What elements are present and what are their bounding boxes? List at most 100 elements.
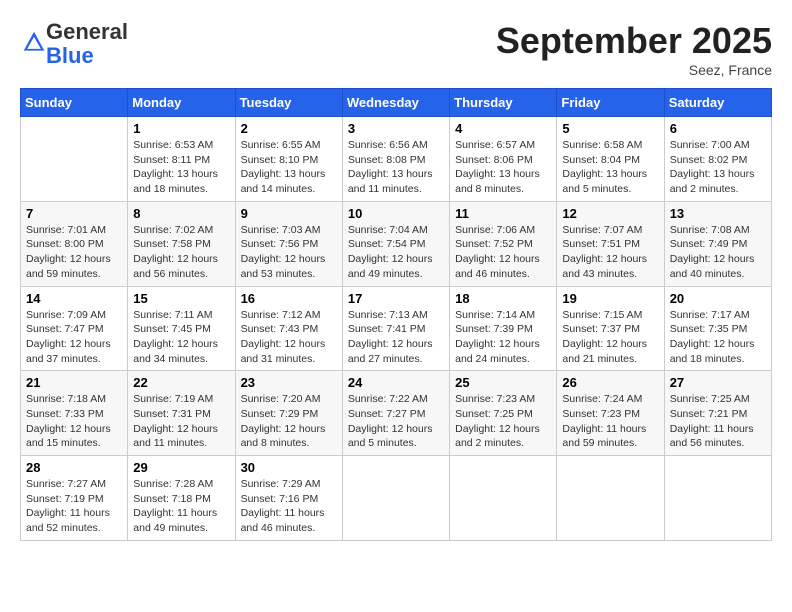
day-number: 11 xyxy=(455,206,551,221)
cell-info: Sunrise: 6:56 AMSunset: 8:08 PMDaylight:… xyxy=(348,138,444,197)
calendar-cell: 15 Sunrise: 7:11 AMSunset: 7:45 PMDayligh… xyxy=(128,286,235,371)
cell-info: Sunrise: 7:02 AMSunset: 7:58 PMDaylight:… xyxy=(133,223,229,282)
calendar-table: SundayMondayTuesdayWednesdayThursdayFrid… xyxy=(20,88,772,541)
header-day-tuesday: Tuesday xyxy=(235,89,342,117)
calendar-cell: 7 Sunrise: 7:01 AMSunset: 8:00 PMDaylight… xyxy=(21,201,128,286)
logo: General Blue xyxy=(20,20,128,68)
calendar-cell: 3 Sunrise: 6:56 AMSunset: 8:08 PMDaylight… xyxy=(342,117,449,202)
day-number: 15 xyxy=(133,291,229,306)
cell-info: Sunrise: 7:11 AMSunset: 7:45 PMDaylight:… xyxy=(133,308,229,367)
day-number: 17 xyxy=(348,291,444,306)
cell-info: Sunrise: 7:25 AMSunset: 7:21 PMDaylight:… xyxy=(670,392,766,451)
calendar-cell: 24Sunrise: 7:22 AMSunset: 7:27 PMDayligh… xyxy=(342,371,449,456)
header-day-friday: Friday xyxy=(557,89,664,117)
cell-info: Sunrise: 7:17 AMSunset: 7:35 PMDaylight:… xyxy=(670,308,766,367)
cell-info: Sunrise: 7:03 AMSunset: 7:56 PMDaylight:… xyxy=(241,223,337,282)
day-number: 19 xyxy=(562,291,658,306)
cell-info: Sunrise: 7:27 AMSunset: 7:19 PMDaylight:… xyxy=(26,477,122,536)
header-day-saturday: Saturday xyxy=(664,89,771,117)
day-number: 28 xyxy=(26,460,122,475)
cell-info: Sunrise: 6:58 AMSunset: 8:04 PMDaylight:… xyxy=(562,138,658,197)
cell-info: Sunrise: 7:24 AMSunset: 7:23 PMDaylight:… xyxy=(562,392,658,451)
cell-info: Sunrise: 7:29 AMSunset: 7:16 PMDaylight:… xyxy=(241,477,337,536)
day-number: 5 xyxy=(562,121,658,136)
calendar-cell: 30 Sunrise: 7:29 AMSunset: 7:16 PMDayligh… xyxy=(235,456,342,541)
cell-info: Sunrise: 6:57 AMSunset: 8:06 PMDaylight:… xyxy=(455,138,551,197)
page-header: General Blue September 2025 Seez, France xyxy=(20,20,772,78)
cell-info: Sunrise: 7:28 AMSunset: 7:18 PMDaylight:… xyxy=(133,477,229,536)
cell-info: Sunrise: 7:09 AMSunset: 7:47 PMDaylight:… xyxy=(26,308,122,367)
calendar-cell: 23 Sunrise: 7:20 AMSunset: 7:29 PMDayligh… xyxy=(235,371,342,456)
week-row-4: 21Sunrise: 7:18 AMSunset: 7:33 PMDayligh… xyxy=(21,371,772,456)
calendar-cell xyxy=(21,117,128,202)
calendar-cell: 8 Sunrise: 7:02 AMSunset: 7:58 PMDaylight… xyxy=(128,201,235,286)
day-number: 8 xyxy=(133,206,229,221)
cell-info: Sunrise: 7:08 AMSunset: 7:49 PMDaylight:… xyxy=(670,223,766,282)
logo-blue: Blue xyxy=(46,43,94,68)
cell-info: Sunrise: 7:22 AMSunset: 7:27 PMDaylight:… xyxy=(348,392,444,451)
week-row-1: 1Sunrise: 6:53 AMSunset: 8:11 PMDaylight… xyxy=(21,117,772,202)
day-number: 26 xyxy=(562,375,658,390)
calendar-cell: 9 Sunrise: 7:03 AMSunset: 7:56 PMDaylight… xyxy=(235,201,342,286)
calendar-cell: 21Sunrise: 7:18 AMSunset: 7:33 PMDayligh… xyxy=(21,371,128,456)
cell-info: Sunrise: 7:07 AMSunset: 7:51 PMDaylight:… xyxy=(562,223,658,282)
calendar-cell: 18 Sunrise: 7:14 AMSunset: 7:39 PMDayligh… xyxy=(450,286,557,371)
day-number: 9 xyxy=(241,206,337,221)
cell-info: Sunrise: 6:55 AMSunset: 8:10 PMDaylight:… xyxy=(241,138,337,197)
day-number: 2 xyxy=(241,121,337,136)
cell-info: Sunrise: 7:23 AMSunset: 7:25 PMDaylight:… xyxy=(455,392,551,451)
day-number: 18 xyxy=(455,291,551,306)
calendar-cell: 11Sunrise: 7:06 AMSunset: 7:52 PMDayligh… xyxy=(450,201,557,286)
calendar-cell: 28 Sunrise: 7:27 AMSunset: 7:19 PMDayligh… xyxy=(21,456,128,541)
calendar-cell: 4Sunrise: 6:57 AMSunset: 8:06 PMDaylight… xyxy=(450,117,557,202)
calendar-cell xyxy=(557,456,664,541)
day-number: 30 xyxy=(241,460,337,475)
header-day-sunday: Sunday xyxy=(21,89,128,117)
calendar-cell: 26 Sunrise: 7:24 AMSunset: 7:23 PMDayligh… xyxy=(557,371,664,456)
calendar-cell: 2 Sunrise: 6:55 AMSunset: 8:10 PMDaylight… xyxy=(235,117,342,202)
cell-info: Sunrise: 7:12 AMSunset: 7:43 PMDaylight:… xyxy=(241,308,337,367)
title-block: September 2025 Seez, France xyxy=(496,20,772,78)
day-number: 16 xyxy=(241,291,337,306)
cell-info: Sunrise: 7:01 AMSunset: 8:00 PMDaylight:… xyxy=(26,223,122,282)
calendar-cell: 22Sunrise: 7:19 AMSunset: 7:31 PMDayligh… xyxy=(128,371,235,456)
day-number: 6 xyxy=(670,121,766,136)
calendar-header-row: SundayMondayTuesdayWednesdayThursdayFrid… xyxy=(21,89,772,117)
calendar-cell: 29 Sunrise: 7:28 AMSunset: 7:18 PMDayligh… xyxy=(128,456,235,541)
cell-info: Sunrise: 7:19 AMSunset: 7:31 PMDaylight:… xyxy=(133,392,229,451)
month-title: September 2025 xyxy=(496,20,772,62)
week-row-5: 28 Sunrise: 7:27 AMSunset: 7:19 PMDayligh… xyxy=(21,456,772,541)
header-day-monday: Monday xyxy=(128,89,235,117)
day-number: 20 xyxy=(670,291,766,306)
day-number: 25 xyxy=(455,375,551,390)
cell-info: Sunrise: 7:13 AMSunset: 7:41 PMDaylight:… xyxy=(348,308,444,367)
calendar-cell: 5 Sunrise: 6:58 AMSunset: 8:04 PMDaylight… xyxy=(557,117,664,202)
day-number: 12 xyxy=(562,206,658,221)
day-number: 21 xyxy=(26,375,122,390)
calendar-cell: 10Sunrise: 7:04 AMSunset: 7:54 PMDayligh… xyxy=(342,201,449,286)
header-day-thursday: Thursday xyxy=(450,89,557,117)
day-number: 13 xyxy=(670,206,766,221)
day-number: 29 xyxy=(133,460,229,475)
cell-info: Sunrise: 7:15 AMSunset: 7:37 PMDaylight:… xyxy=(562,308,658,367)
calendar-cell: 6Sunrise: 7:00 AMSunset: 8:02 PMDaylight… xyxy=(664,117,771,202)
logo-icon xyxy=(22,30,46,54)
calendar-cell: 25 Sunrise: 7:23 AMSunset: 7:25 PMDayligh… xyxy=(450,371,557,456)
day-number: 14 xyxy=(26,291,122,306)
calendar-cell: 16 Sunrise: 7:12 AMSunset: 7:43 PMDayligh… xyxy=(235,286,342,371)
day-number: 3 xyxy=(348,121,444,136)
cell-info: Sunrise: 7:14 AMSunset: 7:39 PMDaylight:… xyxy=(455,308,551,367)
day-number: 7 xyxy=(26,206,122,221)
calendar-cell: 14 Sunrise: 7:09 AMSunset: 7:47 PMDayligh… xyxy=(21,286,128,371)
logo-general: General xyxy=(46,19,128,44)
cell-info: Sunrise: 7:20 AMSunset: 7:29 PMDaylight:… xyxy=(241,392,337,451)
calendar-cell: 20 Sunrise: 7:17 AMSunset: 7:35 PMDayligh… xyxy=(664,286,771,371)
cell-info: Sunrise: 6:53 AMSunset: 8:11 PMDaylight:… xyxy=(133,138,229,197)
header-day-wednesday: Wednesday xyxy=(342,89,449,117)
week-row-3: 14 Sunrise: 7:09 AMSunset: 7:47 PMDayligh… xyxy=(21,286,772,371)
day-number: 23 xyxy=(241,375,337,390)
calendar-cell xyxy=(664,456,771,541)
week-row-2: 7 Sunrise: 7:01 AMSunset: 8:00 PMDaylight… xyxy=(21,201,772,286)
day-number: 10 xyxy=(348,206,444,221)
location-subtitle: Seez, France xyxy=(496,62,772,78)
